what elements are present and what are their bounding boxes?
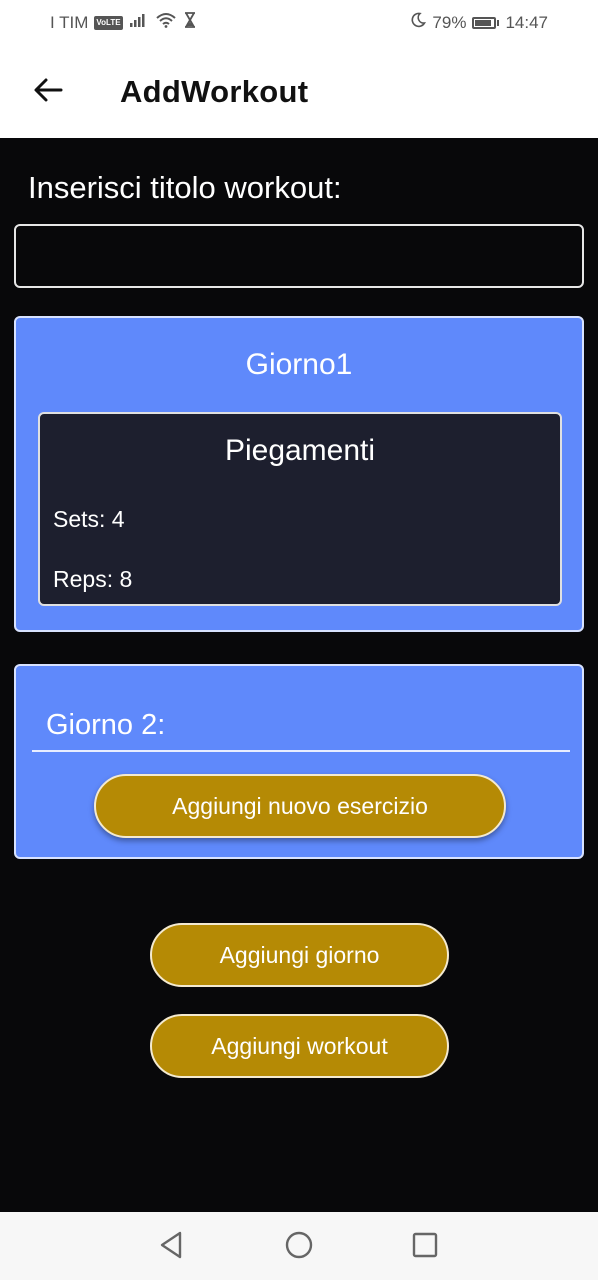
- page-title: AddWorkout: [120, 74, 309, 109]
- battery-icon: [472, 16, 500, 29]
- exercise-reps: Reps: 8: [53, 566, 133, 592]
- nav-home-button[interactable]: [282, 1230, 316, 1264]
- day-card-1: Giorno1 Piegamenti Sets: 4 Reps: 8: [14, 316, 584, 632]
- nav-recent-button[interactable]: [408, 1230, 442, 1264]
- status-right: 79% 14:47: [410, 12, 548, 33]
- back-button[interactable]: [26, 70, 70, 114]
- day-name-input[interactable]: [32, 700, 570, 752]
- nav-back-icon: [157, 1230, 185, 1265]
- volte-badge: VoLTE: [94, 15, 123, 30]
- add-workout-button[interactable]: Aggiungi workout: [150, 1014, 449, 1078]
- battery-percent: 79%: [432, 12, 467, 32]
- exercise-sets: Sets: 4: [53, 506, 125, 532]
- signal-icon: [129, 12, 149, 33]
- workout-title-label: Inserisci titolo workout:: [28, 170, 342, 205]
- nav-home-icon: [284, 1230, 314, 1265]
- system-nav-bar: [0, 1212, 598, 1280]
- arrow-left-icon: [33, 77, 63, 108]
- status-bar: I TIM VoLTE 79% 14:47: [0, 0, 598, 46]
- nav-recent-icon: [411, 1231, 439, 1264]
- exercise-card[interactable]: Piegamenti Sets: 4 Reps: 8: [38, 412, 562, 606]
- hourglass-icon: [183, 12, 197, 33]
- status-left: I TIM VoLTE: [50, 12, 197, 33]
- workout-title-input[interactable]: [14, 224, 584, 288]
- add-exercise-button[interactable]: Aggiungi nuovo esercizio: [94, 774, 506, 838]
- day-title: Giorno1: [245, 348, 353, 381]
- app-bar: AddWorkout: [0, 46, 598, 138]
- exercise-name: Piegamenti: [224, 434, 376, 467]
- wifi-icon: [155, 12, 177, 33]
- moon-icon: [410, 12, 427, 33]
- day-card-2: Aggiungi nuovo esercizio: [14, 664, 584, 859]
- clock: 14:47: [505, 12, 548, 32]
- nav-back-button[interactable]: [154, 1230, 188, 1264]
- add-day-button[interactable]: Aggiungi giorno: [150, 923, 449, 987]
- carrier-label: I TIM: [50, 12, 89, 32]
